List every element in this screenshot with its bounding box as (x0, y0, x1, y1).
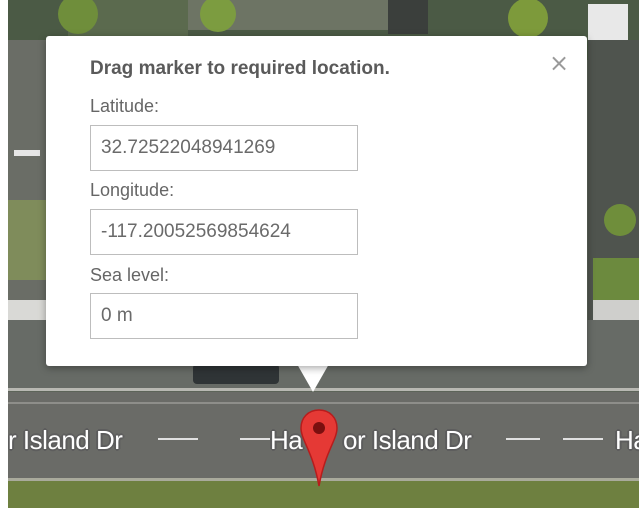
map-marker-icon[interactable] (299, 408, 339, 494)
sea-level-label: Sea level: (90, 265, 170, 285)
location-info-window: Drag marker to required location. × Lati… (46, 36, 587, 366)
street-label-harbor-island-dr: r Island Dr (8, 425, 123, 455)
longitude-label: Longitude: (90, 180, 175, 200)
latitude-label: Latitude: (90, 96, 160, 116)
info-window-title: Drag marker to required location. (90, 58, 390, 79)
street-label-harbor-prefix: Ha (615, 425, 639, 455)
latitude-field[interactable] (90, 125, 358, 171)
bottom-margin (0, 508, 639, 517)
longitude-field[interactable] (90, 209, 358, 255)
sea-level-field[interactable] (90, 293, 358, 339)
info-window-tail (297, 364, 329, 392)
close-icon[interactable]: × (546, 50, 572, 76)
street-label-harbor-island-dr: or Island Dr (343, 425, 472, 455)
street-label-harbor-prefix: Ha (270, 425, 303, 455)
